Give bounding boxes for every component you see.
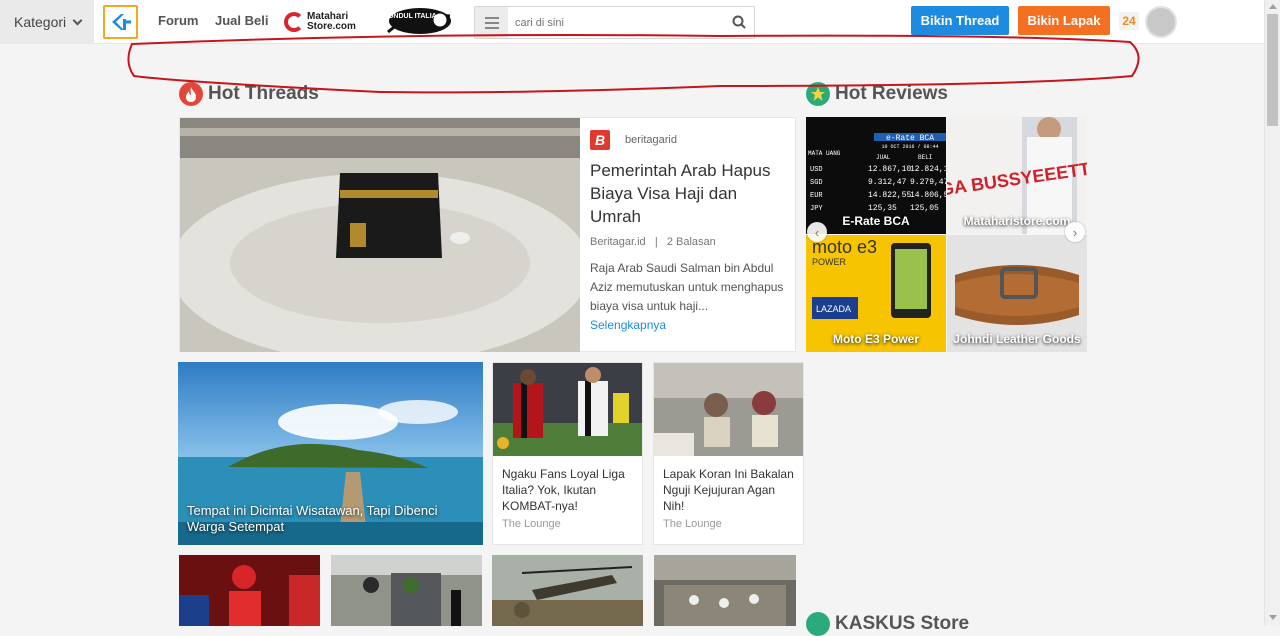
erate-col-buy: JUAL: [876, 154, 891, 161]
review-tile-matahari[interactable]: HARGA BUSSYEEETTI! Mataharistore.com: [947, 117, 1087, 234]
thread-card-category[interactable]: The Lounge: [493, 514, 642, 530]
thread-card-large-caption: Tempat ini Dicintai Wisatawan, Tapi Dibe…: [187, 503, 438, 534]
matahari-line2: Store.com: [307, 21, 356, 32]
erate-header: e-Rate BCA: [886, 134, 934, 143]
review-label: Johndi Leather Goods: [953, 332, 1081, 346]
carousel-prev-icon[interactable]: ‹: [807, 222, 827, 242]
fire-icon: [179, 82, 203, 106]
vertical-scrollbar[interactable]: [1264, 0, 1280, 626]
erate-value: 14.806,55: [910, 191, 946, 200]
thread-card-title[interactable]: Ngaku Fans Loyal Liga Italia? Yok, Ikuta…: [493, 456, 642, 514]
scroll-down-arrow-icon[interactable]: [1269, 615, 1277, 620]
thread-card-image[interactable]: [654, 555, 796, 626]
erate-currency: SGD: [810, 179, 823, 187]
erate-value: 125,35: [868, 204, 897, 213]
erate-currency: JPY: [810, 205, 823, 213]
moto-lazada: LAZADA: [816, 304, 851, 314]
thread-card-category[interactable]: The Lounge: [654, 514, 803, 530]
bikin-thread-button[interactable]: Bikin Thread: [911, 6, 1009, 35]
bikin-lapak-button[interactable]: Bikin Lapak: [1018, 6, 1110, 35]
thread-card[interactable]: Ngaku Fans Loyal Liga Italia? Yok, Ikuta…: [492, 362, 643, 545]
scroll-up-arrow-icon[interactable]: [1269, 4, 1277, 9]
notification-count-badge[interactable]: 24: [1119, 12, 1139, 30]
erate-value: 12.824,10: [910, 165, 946, 174]
thread-card-image: [493, 363, 642, 456]
featured-thread-excerpt: Raja Arab Saudi Salman bin Abdul Aziz me…: [590, 261, 784, 313]
hot-reviews-grid: e-Rate BCA 10 OCT 2016 / 08:44 MATA UANG…: [806, 117, 1087, 352]
hot-reviews-heading: Hot Reviews: [806, 82, 948, 106]
review-tile-moto[interactable]: moto e3 POWER LAZADA Moto E3 Power: [806, 235, 946, 352]
matahari-circle-icon: [284, 12, 304, 32]
hot-threads-heading: Hot Threads: [179, 82, 319, 106]
bundul-text: BUNDUL ITALIA: [383, 13, 436, 20]
search-box: [474, 6, 755, 39]
featured-thread-title[interactable]: Pemerintah Arab Hapus Biaya Visa Haji da…: [590, 159, 785, 228]
erate-col-sell: BELI: [918, 154, 932, 161]
reply-count: 2 Balasan: [666, 236, 716, 248]
matahari-store-logo[interactable]: Matahari Store.com: [284, 10, 366, 34]
source-name[interactable]: beritagarid: [625, 134, 677, 146]
erate-value: 12.867,10: [868, 165, 911, 174]
erate-value: 9.279,47: [910, 178, 946, 187]
hamburger-menu-icon[interactable]: [475, 7, 508, 38]
read-more-link[interactable]: Selengkapnya: [590, 318, 666, 332]
erate-value: 125,05: [910, 204, 939, 213]
erate-date: 10 OCT 2016 / 08:44: [881, 144, 938, 150]
thread-card-image[interactable]: [179, 555, 320, 626]
kaskus-store-title: KASKUS Store: [835, 613, 970, 634]
scrollbar-thumb[interactable]: [1267, 14, 1278, 126]
featured-thread-info: B beritagarid Pemerintah Arab Hapus Biay…: [590, 130, 785, 334]
search-input[interactable]: [515, 13, 715, 33]
erate-currency: USD: [810, 166, 823, 174]
review-label: Moto E3 Power: [832, 332, 919, 346]
featured-thread[interactable]: B beritagarid Pemerintah Arab Hapus Biay…: [179, 117, 796, 352]
nav-jual-beli[interactable]: Jual Beli: [215, 13, 268, 28]
thread-card[interactable]: Lapak Koran Ini Bakalan Nguji Kejujuran …: [653, 362, 804, 545]
kaskus-k-icon: [111, 14, 131, 30]
featured-thread-image[interactable]: [180, 118, 580, 352]
erate-value: 14.822,55: [868, 191, 911, 200]
erate-col-currency: MATA UANG: [808, 150, 841, 157]
featured-thread-meta: Beritagar.id | 2 Balasan: [590, 236, 785, 248]
kategori-dropdown[interactable]: Kategori: [0, 0, 94, 44]
kaskus-logo[interactable]: [103, 5, 138, 39]
review-tile-erate[interactable]: e-Rate BCA 10 OCT 2016 / 08:44 MATA UANG…: [806, 117, 946, 234]
erate-currency: EUR: [810, 192, 823, 200]
bundul-italia-logo[interactable]: BUNDUL ITALIA: [380, 6, 452, 36]
review-label: E-Rate BCA: [842, 214, 910, 228]
top-navbar: Kategori Forum Jual Beli Matahari Store.…: [0, 0, 1264, 44]
erate-value: 9.312,47: [868, 178, 907, 187]
thread-card-image[interactable]: [492, 555, 643, 626]
thread-card-large[interactable]: Tempat ini Dicintai Wisatawan, Tapi Dibe…: [178, 362, 483, 545]
store-icon: [806, 612, 830, 636]
moto-power: POWER: [812, 257, 847, 267]
beritagar-logo-icon[interactable]: B: [590, 130, 610, 150]
nav-forum[interactable]: Forum: [158, 13, 198, 28]
thread-card-image[interactable]: [331, 555, 482, 626]
hot-reviews-title: Hot Reviews: [835, 83, 948, 104]
chevron-down-icon: [72, 15, 83, 25]
author[interactable]: Beritagar.id: [590, 236, 646, 248]
thread-card-image: [654, 363, 803, 456]
star-icon: [806, 82, 830, 106]
kaskus-store-heading: KASKUS Store: [806, 612, 969, 636]
carousel-next-icon[interactable]: ›: [1065, 222, 1085, 242]
search-icon[interactable]: [732, 15, 746, 29]
hot-threads-title: Hot Threads: [208, 83, 319, 104]
thread-card-title[interactable]: Lapak Koran Ini Bakalan Nguji Kejujuran …: [654, 456, 803, 514]
review-tile-belt[interactable]: Johndi Leather Goods: [947, 235, 1087, 352]
meta-separator: |: [654, 236, 658, 248]
user-avatar[interactable]: [1145, 6, 1177, 38]
kategori-label: Kategori: [14, 14, 67, 30]
